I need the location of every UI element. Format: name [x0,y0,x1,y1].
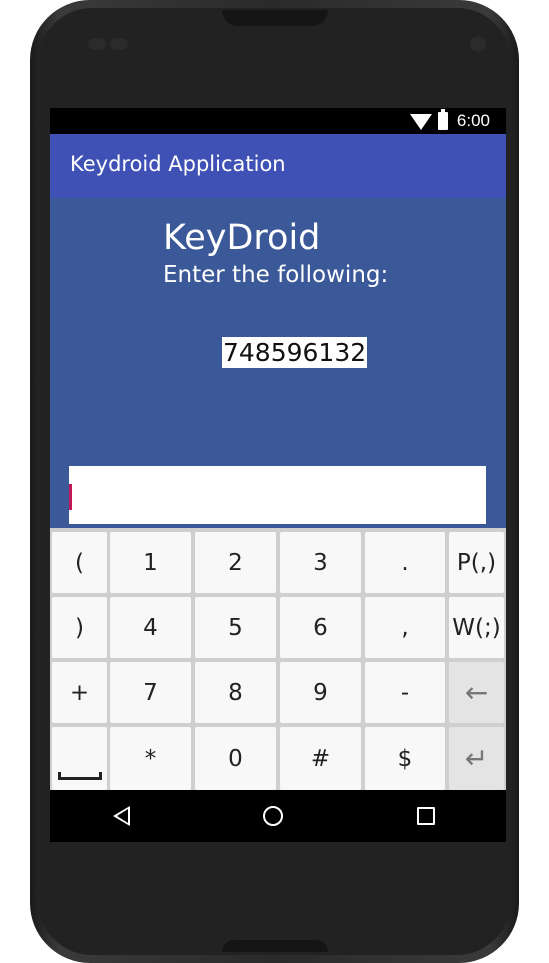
key-2[interactable]: 2 [195,532,276,593]
main-content: KeyDroid Enter the following: 748596132 [50,198,506,528]
key-plus[interactable]: + [52,662,107,723]
text-cursor [69,484,72,510]
target-code: 748596132 [222,337,368,368]
device-screen: 6:00 Keydroid Application KeyDroid Enter… [50,108,506,842]
key-asterisk[interactable]: * [110,727,191,790]
key-dollar[interactable]: $ [365,727,445,790]
enter-icon: ↵ [464,742,489,775]
recents-icon[interactable] [417,807,435,825]
key-5[interactable]: 5 [195,597,276,658]
custom-keyboard: ( 1 2 3 . P(,) ) 4 5 6 , W(;) + 7 8 9 - … [50,528,506,790]
top-speaker [222,10,328,26]
key-4[interactable]: 4 [110,597,191,658]
key-minus[interactable]: - [365,662,445,723]
key-wait[interactable]: W(;) [449,597,504,658]
light-sensor [110,38,128,50]
app-bar: Keydroid Application [50,134,506,198]
status-time: 6:00 [456,111,490,130]
key-9[interactable]: 9 [280,662,361,723]
space-icon [58,772,102,780]
wifi-icon [409,114,432,130]
key-0[interactable]: 0 [195,727,276,790]
brand-heading: KeyDroid [163,218,321,258]
home-icon[interactable] [263,806,283,826]
code-input-field[interactable] [69,466,486,524]
front-camera [470,36,486,52]
key-period[interactable]: . [365,532,445,593]
bottom-speaker [222,940,328,952]
status-icons: 6:00 [409,109,490,131]
key-comma[interactable]: , [365,597,445,658]
key-7[interactable]: 7 [110,662,191,723]
key-3[interactable]: 3 [280,532,361,593]
battery-icon [437,109,448,130]
key-pause[interactable]: P(,) [449,532,504,593]
app-title: Keydroid Application [70,152,286,176]
space-key[interactable] [52,727,107,790]
backspace-key[interactable]: ← [449,662,504,723]
key-close-paren[interactable]: ) [52,597,107,658]
key-hash[interactable]: # [280,727,361,790]
proximity-sensor [88,38,106,50]
status-bar: 6:00 [50,108,506,134]
key-1[interactable]: 1 [110,532,191,593]
back-icon[interactable] [113,806,130,826]
enter-key[interactable]: ↵ [449,727,504,790]
instruction-text: Enter the following: [163,262,389,288]
key-open-paren[interactable]: ( [52,532,107,593]
key-8[interactable]: 8 [195,662,276,723]
navigation-bar [50,790,506,842]
backspace-icon: ← [464,676,489,709]
key-6[interactable]: 6 [280,597,361,658]
